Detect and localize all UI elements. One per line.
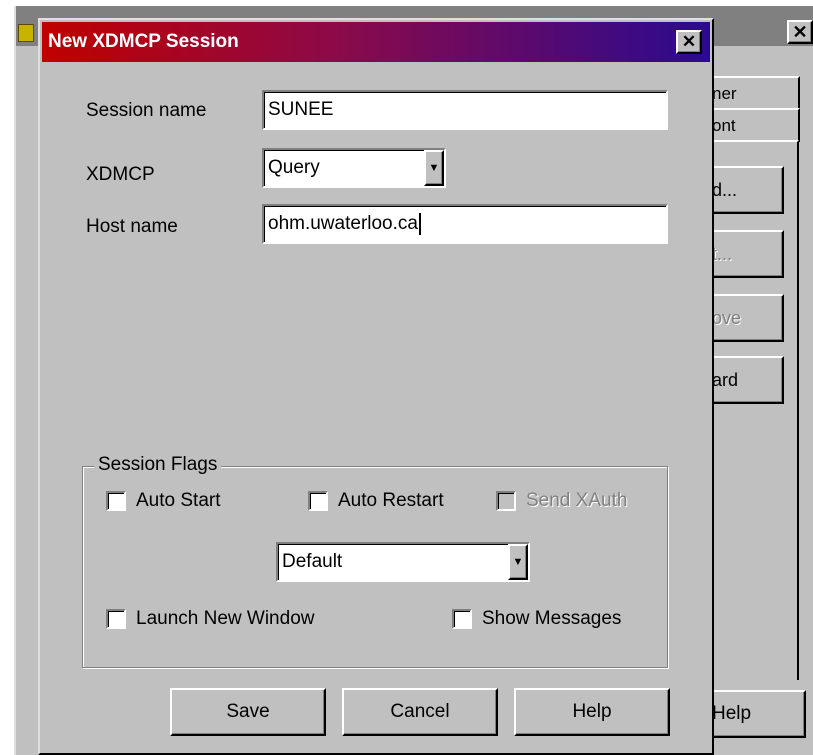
- checkbox-box[interactable]: [308, 491, 328, 511]
- background-close-button[interactable]: ✕: [787, 20, 813, 44]
- host-name-label: Host name: [86, 216, 178, 237]
- flags-mode-select[interactable]: Default ▼: [276, 542, 530, 582]
- cancel-button[interactable]: Cancel: [342, 688, 498, 736]
- xdmcp-select[interactable]: Query ▼: [262, 148, 446, 188]
- dialog-title: New XDMCP Session: [48, 31, 239, 52]
- host-name-input[interactable]: ohm.uwaterloo.ca: [262, 204, 668, 244]
- background-help-button[interactable]: Help: [700, 690, 806, 738]
- auto-start-checkbox[interactable]: Auto Start: [106, 490, 221, 512]
- flags-mode-dropdown-button[interactable]: ▼: [508, 544, 528, 580]
- checkbox-box: [496, 491, 516, 511]
- xdmcp-dropdown-button[interactable]: ▼: [424, 150, 444, 186]
- new-xdmcp-session-dialog: New XDMCP Session ✕ Session name SUNEE X…: [38, 18, 714, 755]
- background-tab-2[interactable]: ont: [700, 108, 800, 142]
- launch-new-window-checkbox[interactable]: Launch New Window: [106, 608, 314, 630]
- session-flags-legend: Session Flags: [94, 454, 222, 476]
- chevron-down-icon: ▼: [512, 556, 524, 568]
- app-icon: [18, 24, 34, 42]
- session-name-input[interactable]: SUNEE: [262, 90, 668, 130]
- xdmcp-label: XDMCP: [86, 164, 155, 185]
- checkbox-box[interactable]: [106, 609, 126, 629]
- close-icon: ✕: [792, 21, 808, 42]
- help-button[interactable]: Help: [514, 688, 670, 736]
- text-caret: [418, 212, 421, 235]
- checkbox-box[interactable]: [452, 609, 472, 629]
- checkbox-box[interactable]: [106, 491, 126, 511]
- save-button[interactable]: Save: [170, 688, 326, 736]
- send-xauth-checkbox: Send XAuth: [496, 490, 627, 512]
- dialog-titlebar[interactable]: New XDMCP Session ✕: [42, 22, 710, 62]
- close-icon: ✕: [681, 32, 697, 51]
- auto-restart-checkbox[interactable]: Auto Restart: [308, 490, 444, 512]
- dialog-close-button[interactable]: ✕: [676, 30, 702, 54]
- chevron-down-icon: ▼: [428, 162, 440, 174]
- background-tab-1[interactable]: ner: [700, 76, 800, 110]
- background-tab-panel: [700, 140, 799, 680]
- session-name-label: Session name: [86, 100, 207, 121]
- show-messages-checkbox[interactable]: Show Messages: [452, 608, 621, 630]
